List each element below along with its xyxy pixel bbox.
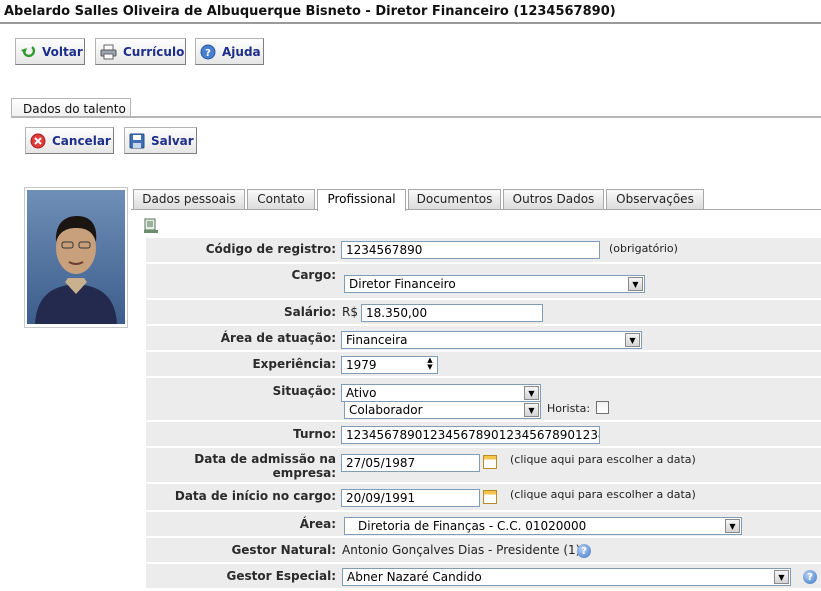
talent-photo [27,190,125,324]
tipo-colaborador-value: Colaborador [349,403,423,417]
save-button[interactable]: Salvar [124,127,197,154]
turno-label: Turno: [293,427,336,441]
gestor-especial-value: Abner Nazaré Candido [347,570,482,584]
row-area-atuacao: Área de atuação: Financeira ▼ [146,326,821,350]
area-atuacao-label: Área de atuação: [220,331,336,345]
tab-dados-pessoais[interactable]: Dados pessoais [133,189,245,209]
info-icon[interactable]: ? [577,544,591,558]
outer-tab-divider [11,116,821,118]
experiencia-label: Experiência: [252,357,336,371]
chevron-down-icon: ▼ [524,386,539,400]
codigo-label: Código de registro: [205,242,336,256]
chevron-down-icon: ▼ [628,277,643,291]
situacao-value: Ativo [346,386,377,400]
talent-photo-frame [24,187,128,328]
chevron-down-icon: ▼ [725,519,740,533]
situacao-label: Situação: [272,384,336,398]
row-cargo: Cargo: Diretor Financeiro ▼ [146,264,821,298]
cancel-button[interactable]: Cancelar [25,127,114,154]
back-button[interactable]: Voltar [15,38,85,65]
calendar-icon[interactable] [483,455,497,469]
floppy-disk-icon [129,132,145,149]
svg-text:?: ? [205,48,211,59]
row-data-admissao: Data de admissão na empresa: 27/05/1987 … [146,448,821,482]
gestor-especial-select[interactable]: Abner Nazaré Candido ▼ [342,568,791,586]
data-admissao-input[interactable]: 27/05/1987 [341,454,480,472]
printer-icon [100,43,117,60]
tab-dados-do-talento[interactable]: Dados do talento [11,98,131,118]
row-situacao: Situação: Ativo ▼ Colaborador ▼ Horista: [146,378,821,420]
data-admissao-note[interactable]: (clique aqui para escolher a data) [510,453,696,466]
salario-input[interactable]: 18.350,00 [361,304,543,322]
codigo-required-note: (obrigatório) [609,242,678,255]
page-title: Abelardo Salles Oliveira de Albuquerque … [0,0,821,24]
resume-button-label: Currículo [123,44,185,59]
data-inicio-input[interactable]: 20/09/1991 [341,489,480,507]
gestor-natural-label: Gestor Natural: [231,543,336,557]
tab-outros-dados[interactable]: Outros Dados [503,189,604,209]
data-admissao-label-line1: Data de admissão na [194,452,336,466]
data-admissao-label-line2: empresa: [272,466,336,480]
area-atuacao-value: Financeira [346,333,408,347]
tab-profissional[interactable]: Profissional [317,189,406,211]
save-button-label: Salvar [151,133,194,148]
help-icon: ? [200,43,216,60]
row-gestor-especial: Gestor Especial: Abner Nazaré Candido ▼ … [146,564,821,588]
data-inicio-label: Data de início no cargo: [174,489,336,503]
situacao-select[interactable]: Ativo ▼ [341,384,541,402]
horista-label: Horista: [547,402,591,415]
salario-currency: R$ [342,305,358,319]
gestor-especial-label: Gestor Especial: [226,569,336,583]
area-label: Área: [299,517,336,531]
resume-button[interactable]: Currículo [95,38,186,65]
tab-contato[interactable]: Contato [247,189,315,209]
back-button-label: Voltar [42,44,83,59]
area-atuacao-select[interactable]: Financeira ▼ [341,331,642,349]
back-arrow-icon [20,43,36,60]
codigo-input[interactable]: 1234567890 [341,241,600,259]
cancel-icon [30,132,46,149]
salario-label: Salário: [283,305,336,319]
area-select[interactable]: Diretoria de Finanças - C.C. 01020000 ▼ [344,517,742,535]
row-data-inicio: Data de início no cargo: 20/09/1991 (cli… [146,484,821,510]
tab-observacoes[interactable]: Observações [606,189,704,209]
row-salario: Salário: R$ 18.350,00 [146,300,821,324]
chevron-down-icon: ▼ [625,333,640,347]
cargo-select[interactable]: Diretor Financeiro ▼ [344,275,645,293]
spinner-arrows-icon[interactable]: ▲ ▼ [423,357,437,373]
cargo-value: Diretor Financeiro [349,277,456,291]
turno-input[interactable]: 12345678901234567890123456789012345678 [341,426,600,444]
calendar-icon[interactable] [483,490,497,504]
tipo-colaborador-select[interactable]: Colaborador ▼ [344,401,541,419]
row-experiencia: Experiência: 1979 ▲ ▼ [146,352,821,376]
tab-documentos[interactable]: Documentos [408,189,501,209]
print-icon[interactable] [144,218,158,237]
cargo-label: Cargo: [291,268,336,282]
horista-checkbox[interactable] [596,401,609,414]
row-turno: Turno: 123456789012345678901234567890123… [146,422,821,446]
experiencia-value: 1979 [346,358,377,372]
row-area: Área: Diretoria de Finanças - C.C. 01020… [146,512,821,536]
chevron-down-icon: ▼ [774,570,789,584]
row-gestor-natural: Gestor Natural: Antonio Gonçalves Dias -… [146,538,821,562]
chevron-down-icon: ▼ [524,403,539,417]
data-inicio-note[interactable]: (clique aqui para escolher a data) [510,488,696,501]
cancel-button-label: Cancelar [52,133,111,148]
help-button[interactable]: ? Ajuda [195,38,264,65]
help-button-label: Ajuda [222,44,261,59]
data-admissao-label: Data de admissão na empresa: [146,452,336,480]
row-codigo: Código de registro: 1234567890 (obrigató… [146,238,821,262]
info-icon[interactable]: ? [803,570,817,584]
gestor-natural-value: Antonio Gonçalves Dias - Presidente (1) [342,543,581,557]
inner-tab-divider [131,209,821,210]
area-value: Diretoria de Finanças - C.C. 01020000 [358,519,587,533]
